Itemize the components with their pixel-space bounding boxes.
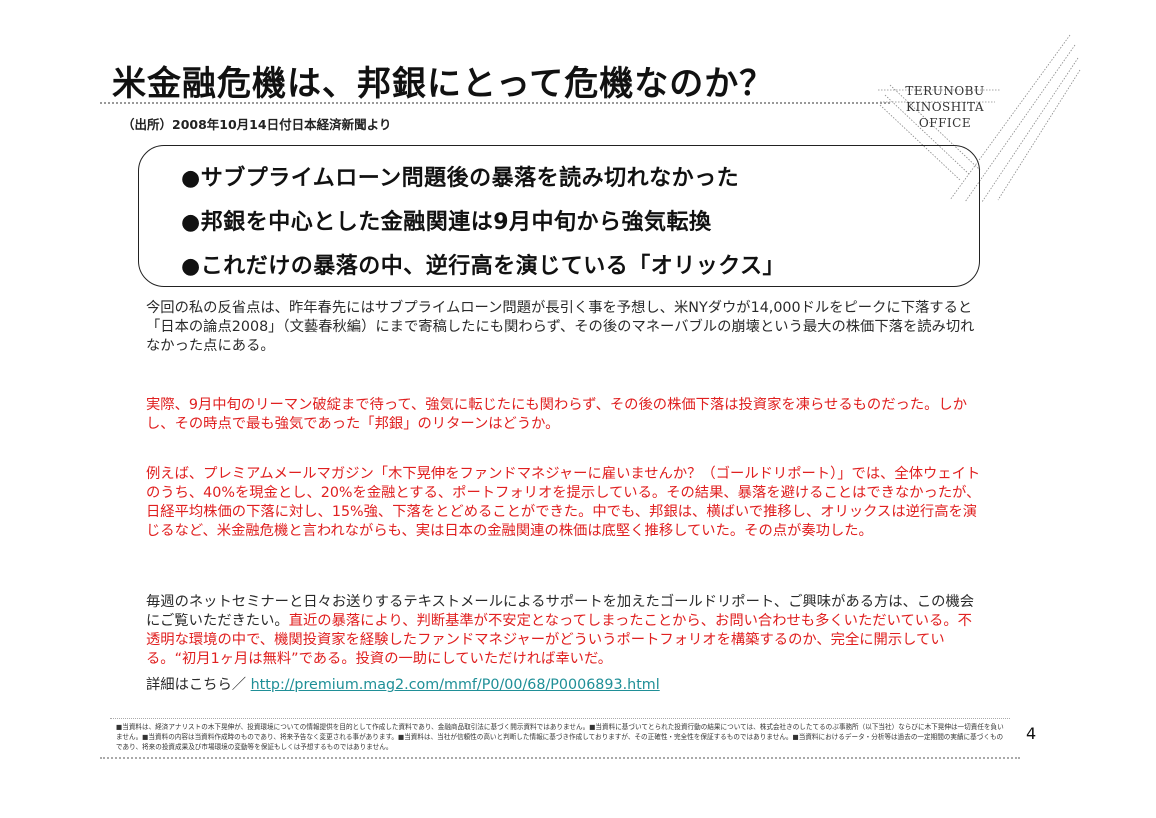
disclaimer: ■当資料は、経済アナリストの木下晃伸が、投資環境についての情報提供を目的として作… xyxy=(116,723,1004,751)
detail-label: 詳細はこちら／ xyxy=(146,677,247,693)
footer-divider-bottom xyxy=(100,757,1020,759)
key-points-box: ●サブプライムローン問題後の暴落を読み切れなかった ●邦銀を中心とした金融関連は… xyxy=(138,145,980,287)
footer-divider-top xyxy=(110,718,1010,719)
page-title: 米金融危機は、邦銀にとって危機なのか？ xyxy=(112,64,775,104)
paragraph-portfolio: 例えば、プレミアムメールマガジン「木下晃伸をファンドマネジャーに雇いませんか？（… xyxy=(146,466,981,539)
paragraph-gold-report: 毎週のネットセミナーと日々お送りするテキストメールによるサポートを加えたゴールド… xyxy=(146,593,986,669)
source-note: （出所）2008年10月14日付日本経済新聞より xyxy=(122,117,392,132)
detail-line: 詳細はこちら／ http://premium.mag2.com/mmf/P0/0… xyxy=(146,676,986,695)
logo-line-2: KINOSHITA xyxy=(906,100,984,114)
office-logo: TERUNOBU KINOSHITA OFFICE xyxy=(905,83,985,131)
key-point-2: ●邦銀を中心とした金融関連は9月中旬から強気転換 xyxy=(181,210,712,235)
page-number: 4 xyxy=(1026,724,1037,743)
key-point-3: ●これだけの暴落の中、逆行高を演じている「オリックス」 xyxy=(181,254,786,279)
title-divider xyxy=(100,102,890,104)
logo-line-1: TERUNOBU xyxy=(905,84,985,98)
paragraph-bank-return: 実際、9月中旬のリーマン破綻まで待って、強気に転じたにも関わらず、その後の株価下… xyxy=(146,397,968,432)
logo-line-3: OFFICE xyxy=(918,116,972,130)
slide: TERUNOBU KINOSHITA OFFICE 米金融危機は、邦銀にとって危… xyxy=(0,0,1156,818)
paragraph-reflection: 今回の私の反省点は、昨年春先にはサブプライムローン問題が長引く事を予想し、米NY… xyxy=(146,300,975,354)
detail-link[interactable]: http://premium.mag2.com/mmf/P0/00/68/P00… xyxy=(251,677,660,693)
key-point-1: ●サブプライムローン問題後の暴落を読み切れなかった xyxy=(181,166,740,191)
